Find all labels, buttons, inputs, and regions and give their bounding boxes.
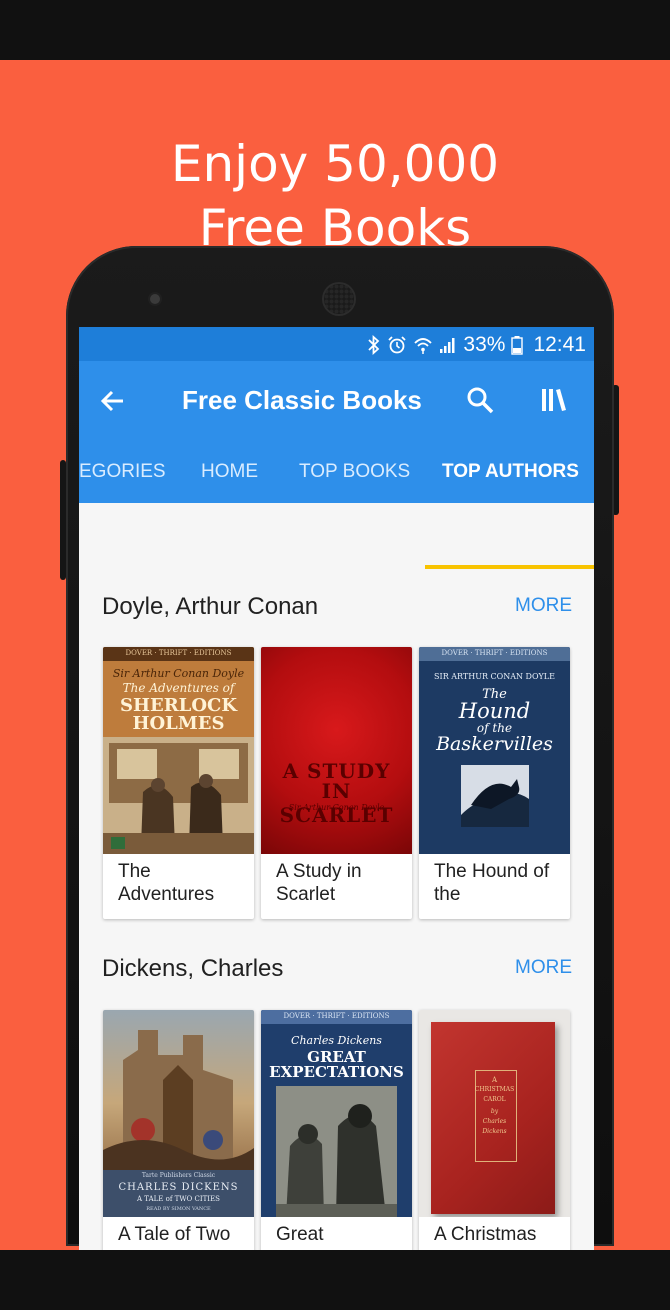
section-author-doyle: Doyle, Arthur Conan (102, 593, 319, 620)
bottom-black-band (0, 1250, 670, 1310)
more-link-dickens[interactable]: MORE (515, 957, 572, 979)
status-bar: 33% 12:41 (79, 327, 594, 361)
clock: 12:41 (533, 333, 586, 356)
alarm-icon (387, 335, 407, 355)
book-title: A Study in Scarlet (276, 861, 362, 905)
book-cover: A STUDY IN SCARLET Sir Arthur Conan Doyl… (261, 647, 412, 854)
book-title: The Hound of the (434, 861, 550, 905)
tab-top-authors[interactable]: TOP AUTHORS (442, 441, 579, 503)
book-title: The Adventures (118, 861, 215, 905)
book-cover: DOVER · THRIFT · EDITIONS SIR ARTHUR CON… (419, 647, 570, 854)
phone-speaker (324, 284, 354, 314)
search-button[interactable] (465, 385, 495, 415)
book-title: Great (276, 1224, 324, 1245)
book-cover: Tarte Publishers Classic CHARLES DICKENS… (103, 1010, 254, 1217)
more-link-doyle[interactable]: MORE (515, 595, 572, 617)
arrow-left-icon (100, 390, 123, 412)
section-author-dickens: Dickens, Charles (102, 955, 284, 982)
book-card[interactable]: A STUDY IN SCARLET Sir Arthur Conan Doyl… (261, 647, 412, 919)
search-icon (467, 387, 494, 414)
tab-home[interactable]: HOME (201, 441, 258, 503)
tab-bar: EGORIES HOME TOP BOOKS TOP AUTHORS (79, 441, 594, 503)
battery-icon (511, 335, 524, 355)
back-button[interactable] (97, 385, 129, 417)
book-cover: DOVER · THRIFT · EDITIONS Sir Arthur Con… (103, 647, 254, 854)
wifi-icon (413, 335, 433, 355)
headline-line-1: Enjoy 50,000 (170, 135, 500, 193)
bluetooth-icon (367, 335, 381, 355)
book-cover: A CHRISTMAS CAROL by Charles Dickens (419, 1010, 570, 1217)
front-camera (150, 294, 160, 304)
book-card[interactable]: DOVER · THRIFT · EDITIONS Charles Dicken… (261, 1010, 412, 1250)
book-card[interactable]: DOVER · THRIFT · EDITIONS SIR ARTHUR CON… (419, 647, 570, 919)
active-tab-indicator (425, 565, 594, 569)
book-card[interactable]: DOVER · THRIFT · EDITIONS Sir Arthur Con… (103, 647, 254, 919)
signal-icon (439, 336, 457, 354)
book-cover: DOVER · THRIFT · EDITIONS Charles Dicken… (261, 1010, 412, 1217)
book-card[interactable]: A CHRISTMAS CAROL by Charles Dickens A C… (419, 1010, 570, 1250)
tab-top-books[interactable]: TOP BOOKS (299, 441, 410, 503)
book-title: A Tale of Two (118, 1224, 231, 1245)
phone-screen: 33% 12:41 Free Classic Books EGORIES HOM… (79, 327, 594, 1250)
tab-categories[interactable]: EGORIES (79, 441, 166, 503)
app-bar: Free Classic Books (79, 361, 594, 441)
book-card[interactable]: Tarte Publishers Classic CHARLES DICKENS… (103, 1010, 254, 1250)
library-button[interactable] (539, 385, 569, 415)
promo-headline: Enjoy 50,000 Free Books (0, 132, 670, 260)
book-title: A Christmas (434, 1224, 537, 1245)
app-title: Free Classic Books (182, 385, 422, 415)
library-icon (542, 389, 566, 411)
battery-percent: 33% (463, 333, 506, 356)
